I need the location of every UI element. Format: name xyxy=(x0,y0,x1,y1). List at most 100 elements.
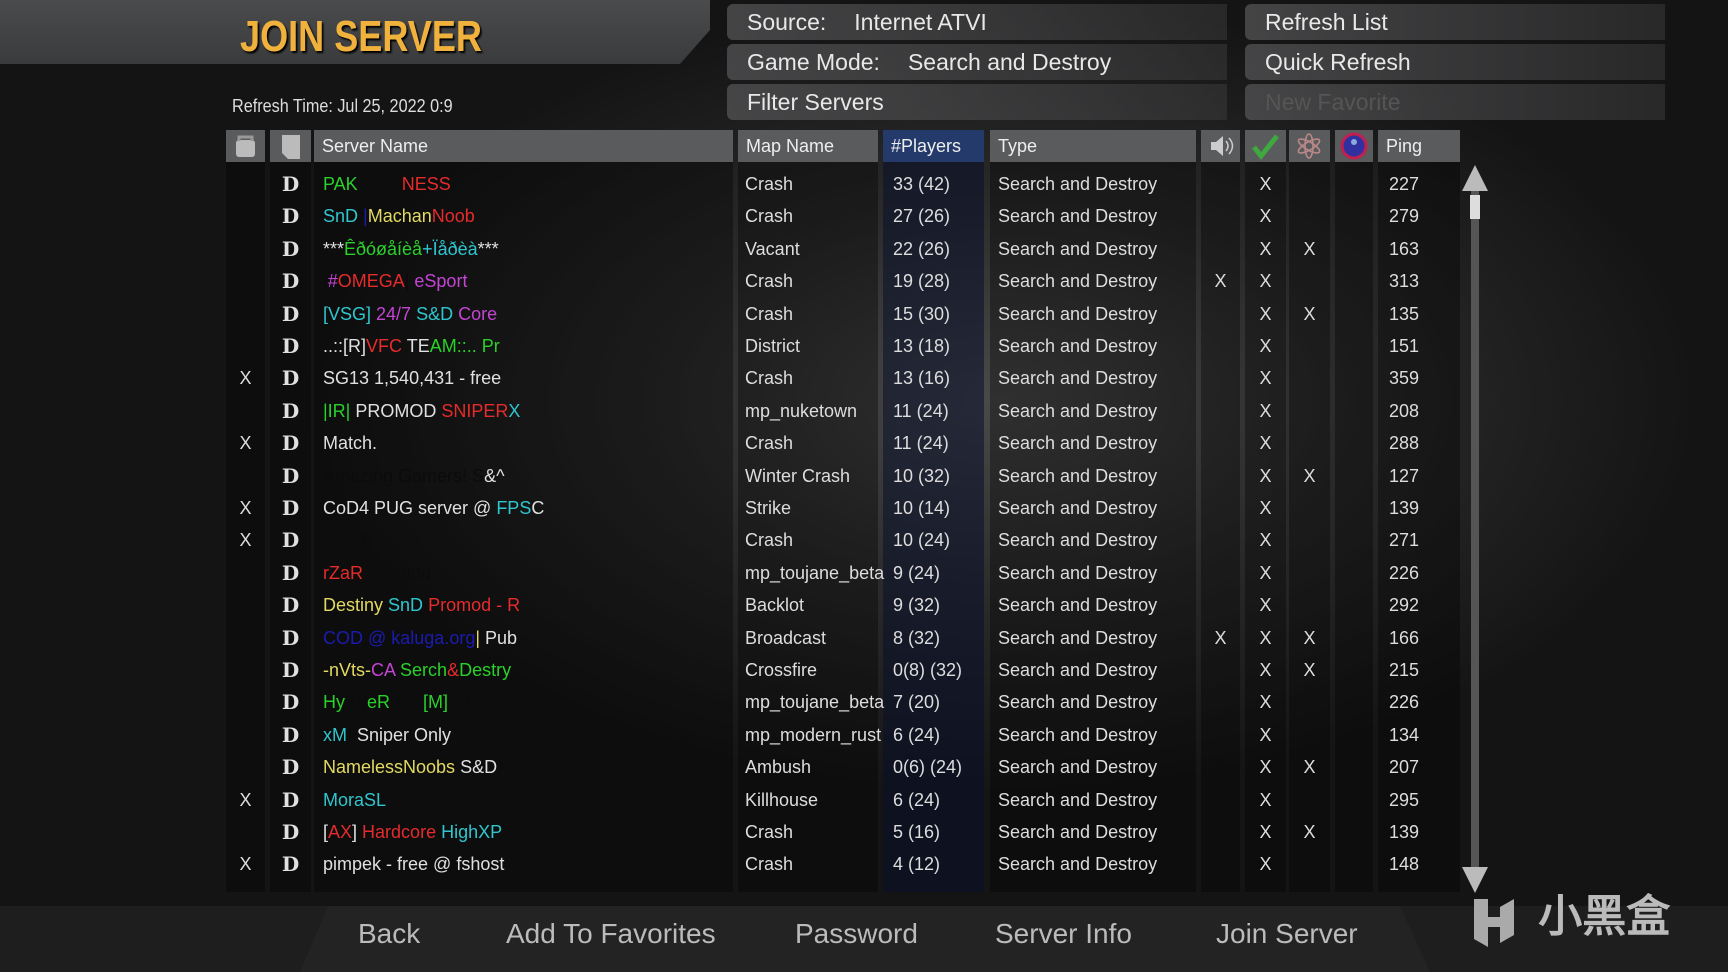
password-button[interactable]: Password xyxy=(795,918,918,950)
game-type: Search and Destroy xyxy=(998,627,1158,648)
header-server-name[interactable]: Server Name xyxy=(314,130,733,162)
header-players[interactable]: #Players xyxy=(883,130,984,162)
server-name-segment: # xyxy=(327,271,338,292)
server-name-segment: Pro xyxy=(395,692,424,713)
header-map-name[interactable]: Map Name xyxy=(738,130,878,162)
server-name-segment: AM::.. Pr xyxy=(429,336,500,356)
table-row[interactable]: X Crash 13 (16) Search and Destroy X 359 D SG13… xyxy=(226,362,1460,394)
table-row[interactable]: Vacant 22 (26) Search and Destroy X X 163 D ***… xyxy=(226,233,1460,265)
dedicated-icon: D xyxy=(281,496,300,520)
quick-refresh-button[interactable]: Quick Refresh xyxy=(1245,44,1665,80)
server-name: Match. xyxy=(323,427,753,459)
source-selector[interactable]: Source: Internet ATVI xyxy=(727,4,1227,40)
table-row[interactable]: Crash 15 (30) Search and Destroy X X 135 D [VSG… xyxy=(226,298,1460,330)
player-count: 15 (30) xyxy=(893,303,951,324)
table-row[interactable]: X Crash 4 (12) Search and Destroy X 148 Dpimpe… xyxy=(226,848,1460,880)
server-name-segment: Promod - R xyxy=(428,595,521,616)
server-name-segment: Amazing Gamers! S xyxy=(323,465,485,486)
add-to-favorites-button[interactable]: Add To Favorites xyxy=(506,918,716,950)
pure-flag: X xyxy=(1259,724,1272,745)
game-mode-selector[interactable]: Game Mode: Search and Destroy xyxy=(727,44,1227,80)
new-favorite-button[interactable]: New Favorite xyxy=(1245,84,1665,120)
server-name: SnD |MachanNoob xyxy=(323,200,753,232)
game-type: Search and Destroy xyxy=(998,530,1158,551)
map-name: mp_modern_rust xyxy=(745,724,882,745)
server-name-segment: SG13 1,540,431 - free xyxy=(323,368,502,389)
table-row[interactable]: mp_toujane_beta 7 (20) Search and Destroy X… xyxy=(226,686,1460,718)
server-name-segment: Pub xyxy=(480,627,518,648)
server-name-segment: xM xyxy=(323,724,347,745)
header-ping[interactable]: Ping xyxy=(1378,130,1460,162)
table-row[interactable]: X Strike 10 (14) Search and Destroy X 139 D CoD… xyxy=(226,492,1460,524)
server-name: Destiny SnD Promod - R xyxy=(323,589,753,621)
table-row[interactable]: Winter Crash 10 (32) Search and Destroy X X 1… xyxy=(226,460,1460,492)
map-name: Backlot xyxy=(745,595,805,616)
header-type[interactable]: Type xyxy=(990,130,1196,162)
map-name: Crash xyxy=(745,433,794,454)
password-flag: X xyxy=(239,789,252,810)
filter-servers-button[interactable]: Filter Servers xyxy=(727,84,1227,120)
table-row[interactable]: X Crash 11 (24) Search and Destroy X 288 D Matc… xyxy=(226,427,1460,459)
table-row[interactable]: X Crash 10 (24) Search and Destroy X 271 D Matc… xyxy=(226,524,1460,556)
table-row[interactable]: Crash 19 (28) Search and Destroy X X 313 D |#OM… xyxy=(226,265,1460,297)
table-row[interactable]: X Killhouse 6 (24) Search and Destroy X 295 D M… xyxy=(226,784,1460,816)
header-punkbuster[interactable] xyxy=(1335,130,1373,162)
header-password[interactable] xyxy=(226,130,265,162)
header-dedicated[interactable] xyxy=(270,130,311,162)
header-mod[interactable] xyxy=(1289,130,1330,162)
scroll-track[interactable] xyxy=(1471,191,1479,867)
map-name: Crash xyxy=(745,174,794,194)
table-row[interactable]: Crash 33 (42) Search and Destroy X 227 D PAK P… xyxy=(226,168,1460,200)
table-row[interactable]: mp_nuketown 11 (24) Search and Destroy X 208… xyxy=(226,395,1460,427)
back-button[interactable]: Back xyxy=(358,918,420,950)
dedicated-icon: D xyxy=(281,528,300,553)
scrollbar[interactable] xyxy=(1462,165,1488,893)
scroll-up-arrow-icon[interactable] xyxy=(1462,165,1488,191)
table-row[interactable]: Crash 5 (16) Search and Destroy X X 139 D [AX] … xyxy=(226,816,1460,848)
server-name-segment: Machan xyxy=(367,206,432,227)
player-count: 10 (32) xyxy=(893,465,951,486)
ping-value: 135 xyxy=(1389,303,1420,324)
server-name-segment: HighXP xyxy=(441,822,503,842)
dedicated-icon: D xyxy=(281,722,300,747)
ping-value: 127 xyxy=(1389,465,1420,486)
pure-flag: X xyxy=(1259,498,1272,518)
game-type: Search and Destroy xyxy=(998,822,1158,842)
table-row[interactable]: mp_toujane_beta 9 (24) Search and Destroy X… xyxy=(226,557,1460,589)
header-pure[interactable] xyxy=(1245,130,1286,162)
ping-value: 288 xyxy=(1389,433,1420,454)
mod-flag: X xyxy=(1303,303,1316,324)
table-row[interactable]: Crash 27 (26) Search and Destroy X 279 D SnD |… xyxy=(226,200,1460,232)
map-name: Killhouse xyxy=(745,789,819,810)
map-name: Crash xyxy=(745,206,794,227)
server-name-segment: # xyxy=(347,724,358,745)
server-name: xM#Sniper Only xyxy=(323,719,753,751)
table-row[interactable]: mp_modern_rust 6 (24) Search and Destroy X 1… xyxy=(226,719,1460,751)
player-count: 5 (16) xyxy=(893,822,941,842)
game-type: Search and Destroy xyxy=(998,789,1158,810)
join-server-button[interactable]: Join Server xyxy=(1216,918,1358,950)
table-row[interactable]: Backlot 9 (32) Search and Destroy X 292 D Dest… xyxy=(226,589,1460,621)
player-count: 0(8) (32) xyxy=(893,660,963,680)
lock-icon xyxy=(236,135,255,157)
game-type: Search and Destroy xyxy=(998,433,1158,454)
table-row[interactable]: District 13 (18) Search and Destroy X 151 D..… xyxy=(226,330,1460,362)
server-info-button[interactable]: Server Info xyxy=(995,918,1132,950)
game-mode-label: Game Mode: xyxy=(747,49,880,75)
dedicated-icon: D xyxy=(281,334,300,358)
refresh-list-button[interactable]: Refresh List xyxy=(1245,4,1665,40)
table-row[interactable]: Broadcast 8 (32) Search and Destroy X X X 166 D… xyxy=(226,622,1460,654)
dedicated-icon: D xyxy=(281,301,300,326)
mod-flag: X xyxy=(1303,627,1316,648)
server-name-segment: ] xyxy=(352,822,363,842)
table-row[interactable]: Crossfire 0(8) (32) Search and Destroy X X 21… xyxy=(226,654,1460,686)
scroll-thumb[interactable] xyxy=(1470,195,1480,219)
punkbuster-icon xyxy=(1340,132,1368,160)
dedicated-icon: D xyxy=(281,236,300,261)
dedicated-icon: D xyxy=(281,690,300,715)
mod-icon xyxy=(1297,133,1321,159)
table-row[interactable]: Ambush 0(6) (24) Search and Destroy X X 207 D N… xyxy=(226,751,1460,783)
header-voice[interactable] xyxy=(1201,130,1240,162)
player-count: 10 (24) xyxy=(893,530,951,551)
server-name-segment: CA xyxy=(371,660,401,680)
